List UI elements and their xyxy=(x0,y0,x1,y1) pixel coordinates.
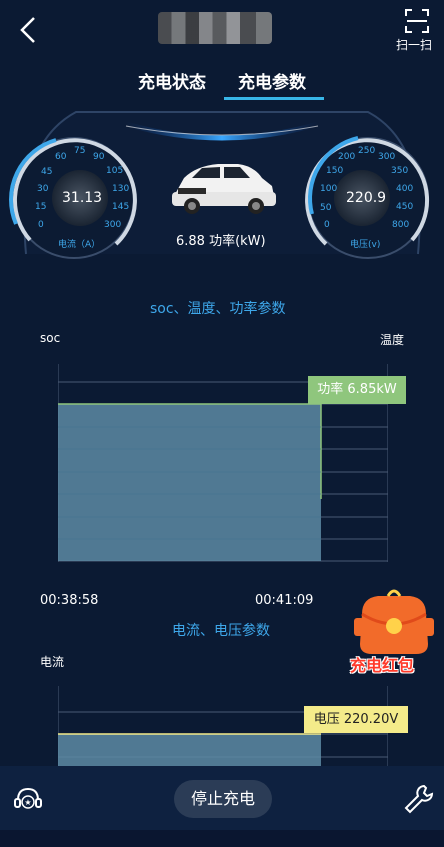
power-readout: 6.88 功率(kW) xyxy=(176,234,266,249)
svg-text:★: ★ xyxy=(24,798,31,807)
support-headset-icon[interactable]: ★ xyxy=(12,784,44,814)
chart2-title: 电流、电压参数 xyxy=(172,623,270,639)
chart1-right-axis-label: 温度 xyxy=(380,333,405,347)
current-tick-0: 0 xyxy=(38,220,44,230)
voltage-tick-1: 50 xyxy=(320,203,332,213)
voltage-label: 电压(v) xyxy=(350,240,381,250)
current-tick-10: 300 xyxy=(104,220,122,230)
chart1-title: soc、温度、功率参数 xyxy=(150,301,286,317)
current-tick-9: 145 xyxy=(112,202,130,212)
current-label: 电流（A） xyxy=(58,240,101,250)
voltage-tick-9: 450 xyxy=(396,202,414,212)
tab-charging-params[interactable]: 充电参数 xyxy=(238,68,306,93)
stop-charging-button[interactable]: 停止充电 xyxy=(174,780,272,818)
bottom-strip xyxy=(0,830,444,847)
time-end-label: 00:41:09 xyxy=(255,593,314,608)
current-tick-1: 15 xyxy=(35,202,47,212)
voltage-tick-0: 0 xyxy=(324,220,330,230)
back-arrow-icon[interactable] xyxy=(10,12,46,48)
red-packet-label[interactable]: 充电红包 xyxy=(350,652,414,676)
current-tick-8: 130 xyxy=(112,184,130,194)
power-tooltip: 功率 6.85kW xyxy=(308,376,406,404)
current-tick-5: 75 xyxy=(74,146,86,156)
scan-label[interactable]: 扫一扫 xyxy=(396,36,432,53)
blurred-title xyxy=(158,12,272,44)
voltage-tick-10: 800 xyxy=(392,220,410,230)
voltage-tick-2: 100 xyxy=(320,184,338,194)
current-tick-7: 105 xyxy=(106,166,124,176)
voltage-tick-5: 250 xyxy=(358,146,376,156)
soc-area xyxy=(58,404,321,561)
current-value: 31.13 xyxy=(62,190,103,206)
voltage-tick-6: 300 xyxy=(378,152,396,162)
active-tab-indicator xyxy=(224,97,324,100)
current-tick-2: 30 xyxy=(37,184,49,194)
tab-charging-status[interactable]: 充电状态 xyxy=(138,68,206,93)
voltage-tick-3: 150 xyxy=(326,166,344,176)
scan-icon[interactable] xyxy=(404,8,430,34)
voltage-tick-7: 350 xyxy=(391,166,409,176)
chart2-left-axis-label: 电流 xyxy=(40,655,65,669)
current-tick-6: 90 xyxy=(93,152,105,162)
voltage-value: 220.9 xyxy=(346,190,387,206)
time-start-label: 00:38:58 xyxy=(40,593,99,608)
voltage-tick-4: 200 xyxy=(338,152,356,162)
chart1-left-axis-label: soc xyxy=(40,331,61,345)
voltage-tooltip: 电压 220.20V xyxy=(304,706,408,733)
current-tick-4: 60 xyxy=(55,152,67,162)
current-tick-3: 45 xyxy=(41,167,53,177)
voltage-tick-8: 400 xyxy=(396,184,414,194)
wrench-icon[interactable] xyxy=(402,782,434,816)
